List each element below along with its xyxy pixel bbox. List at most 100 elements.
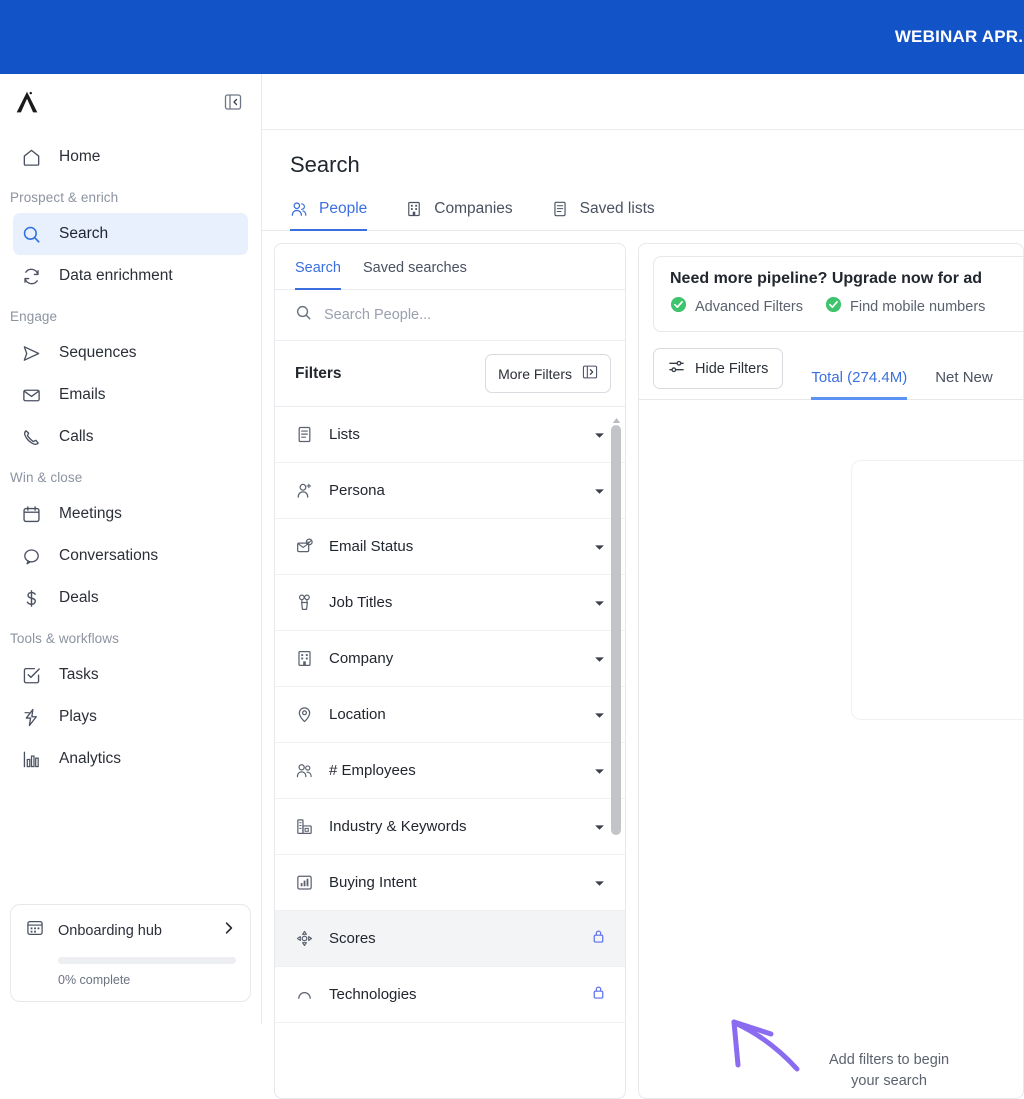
sidebar-item-label: Calls xyxy=(59,428,94,445)
location-pin-icon xyxy=(295,705,314,724)
chevron-down-icon[interactable] xyxy=(594,538,605,556)
filter-panel-tabs: Search Saved searches xyxy=(275,244,625,290)
chevron-down-icon[interactable] xyxy=(594,874,605,892)
results-tab-total[interactable]: Total (274.4M) xyxy=(811,369,908,400)
sidebar-item-calls[interactable]: Calls xyxy=(13,416,248,458)
scrollbar-thumb[interactable] xyxy=(611,425,621,835)
sidebar-item-sequences[interactable]: Sequences xyxy=(13,332,248,374)
empty-state-line1: Add filters to begin xyxy=(829,1051,950,1068)
chevron-down-icon[interactable] xyxy=(594,426,605,444)
filter-label: Job Titles xyxy=(329,594,393,611)
sidebar-item-conversations[interactable]: Conversations xyxy=(13,535,248,577)
upgrade-banner[interactable]: Need more pipeline? Upgrade now for ad A… xyxy=(653,256,1023,332)
sidebar-item-label: Analytics xyxy=(59,750,122,767)
onboarding-progress-bar xyxy=(58,957,236,964)
sidebar-item-tasks[interactable]: Tasks xyxy=(13,654,248,696)
scores-icon xyxy=(295,929,314,948)
onboarding-hub-card[interactable]: Onboarding hub 0% complete xyxy=(10,904,251,1002)
filter-row-lists[interactable]: Lists xyxy=(275,407,625,463)
sidebar-item-label: Home xyxy=(59,148,101,165)
lock-icon[interactable] xyxy=(592,985,605,1005)
sidebar-item-label: Search xyxy=(59,225,109,242)
promo-banner[interactable]: WEBINAR APR. 17: How to Bu xyxy=(0,0,1024,74)
more-filters-label: More Filters xyxy=(498,365,572,382)
results-toolbar: Hide Filters Total (274.4M) Net New xyxy=(639,332,1023,400)
filter-row-scores[interactable]: Scores xyxy=(275,911,625,967)
sidebar-item-search[interactable]: Search xyxy=(13,213,248,255)
filter-tab-search[interactable]: Search xyxy=(295,260,341,290)
sidebar-section-tools: Tools & workflows xyxy=(10,631,119,646)
sidebar-item-home[interactable]: Home xyxy=(13,136,248,178)
send-icon xyxy=(21,343,42,364)
building-icon xyxy=(295,649,314,668)
upgrade-feature: Find mobile numbers xyxy=(825,296,985,317)
chevron-down-icon[interactable] xyxy=(594,650,605,668)
sidebar-item-deals[interactable]: Deals xyxy=(13,577,248,619)
filters-header: Filters More Filters xyxy=(275,341,625,407)
main-tabs: People Companies Saved lists xyxy=(262,184,1024,231)
empty-state-line2: your search xyxy=(851,1072,927,1089)
more-filters-button[interactable]: More Filters xyxy=(485,354,611,393)
lock-icon[interactable] xyxy=(592,929,605,949)
industry-icon xyxy=(295,817,314,836)
tab-saved-lists[interactable]: Saved lists xyxy=(551,200,655,231)
filter-label: Email Status xyxy=(329,538,414,555)
employees-icon xyxy=(295,761,314,780)
envelope-icon xyxy=(21,385,42,406)
filter-row-location[interactable]: Location xyxy=(275,687,625,743)
sidebar-item-data-enrichment[interactable]: Data enrichment xyxy=(13,255,248,297)
hide-filters-button[interactable]: Hide Filters xyxy=(653,348,784,389)
filter-row-company[interactable]: Company xyxy=(275,631,625,687)
sidebar-item-label: Sequences xyxy=(59,344,137,361)
sidebar-item-analytics[interactable]: Analytics xyxy=(13,738,248,780)
filter-row-buying-intent[interactable]: Buying Intent xyxy=(275,855,625,911)
lightning-icon xyxy=(21,707,42,728)
filters-list: Lists Persona Email Status Job Titles Co… xyxy=(275,407,625,1098)
tab-people[interactable]: People xyxy=(290,200,368,231)
filter-row-employees[interactable]: # Employees xyxy=(275,743,625,799)
sidebar-item-emails[interactable]: Emails xyxy=(13,374,248,416)
onboarding-progress-label: 0% complete xyxy=(58,973,131,987)
search-icon xyxy=(21,224,42,245)
hide-filters-label: Hide Filters xyxy=(695,360,769,377)
upgrade-feature-label: Advanced Filters xyxy=(695,298,803,315)
apollo-logo[interactable] xyxy=(12,87,42,117)
filter-label: # Employees xyxy=(329,762,416,779)
sidebar: Home Prospect & enrich Search Data enric… xyxy=(0,74,262,1024)
sidebar-nav: Home Prospect & enrich Search Data enric… xyxy=(0,130,261,904)
chart-icon xyxy=(295,873,314,892)
sliders-icon xyxy=(668,358,685,379)
refresh-data-icon xyxy=(21,266,42,287)
filter-row-email-status[interactable]: Email Status xyxy=(275,519,625,575)
page-title: Search xyxy=(290,152,360,177)
onboarding-hub-title: Onboarding hub xyxy=(58,922,162,939)
onboarding-icon xyxy=(25,918,45,943)
panel-expand-icon xyxy=(582,364,598,383)
phone-icon xyxy=(21,427,42,448)
filter-tab-saved-searches[interactable]: Saved searches xyxy=(363,260,467,290)
chevron-right-icon[interactable] xyxy=(222,921,236,940)
sidebar-item-plays[interactable]: Plays xyxy=(13,696,248,738)
collapse-sidebar-icon[interactable] xyxy=(223,92,243,112)
chevron-down-icon[interactable] xyxy=(594,762,605,780)
filters-scrollbar[interactable] xyxy=(611,407,622,1098)
search-input[interactable] xyxy=(324,307,605,323)
sidebar-section-win-close: Win & close xyxy=(10,470,83,485)
results-panel: Need more pipeline? Upgrade now for ad A… xyxy=(638,243,1024,1099)
filter-row-job-titles[interactable]: Job Titles xyxy=(275,575,625,631)
people-icon xyxy=(290,200,308,218)
filter-row-persona[interactable]: Persona xyxy=(275,463,625,519)
sidebar-item-meetings[interactable]: Meetings xyxy=(13,493,248,535)
promo-banner-text: WEBINAR APR. 17: How to Bu xyxy=(894,27,1024,46)
filter-row-technologies[interactable]: Technologies xyxy=(275,967,625,1023)
filter-row-industry-keywords[interactable]: Industry & Keywords xyxy=(275,799,625,855)
chevron-down-icon[interactable] xyxy=(594,482,605,500)
tab-companies[interactable]: Companies xyxy=(405,200,513,231)
results-tab-net-new[interactable]: Net New xyxy=(935,369,993,400)
sidebar-item-label: Conversations xyxy=(59,547,159,564)
chevron-down-icon[interactable] xyxy=(594,706,605,724)
filter-panel: Search Saved searches Filters More Filte… xyxy=(274,243,626,1099)
chevron-down-icon[interactable] xyxy=(594,594,605,612)
filter-label: Lists xyxy=(329,426,360,443)
chevron-down-icon[interactable] xyxy=(594,818,605,836)
